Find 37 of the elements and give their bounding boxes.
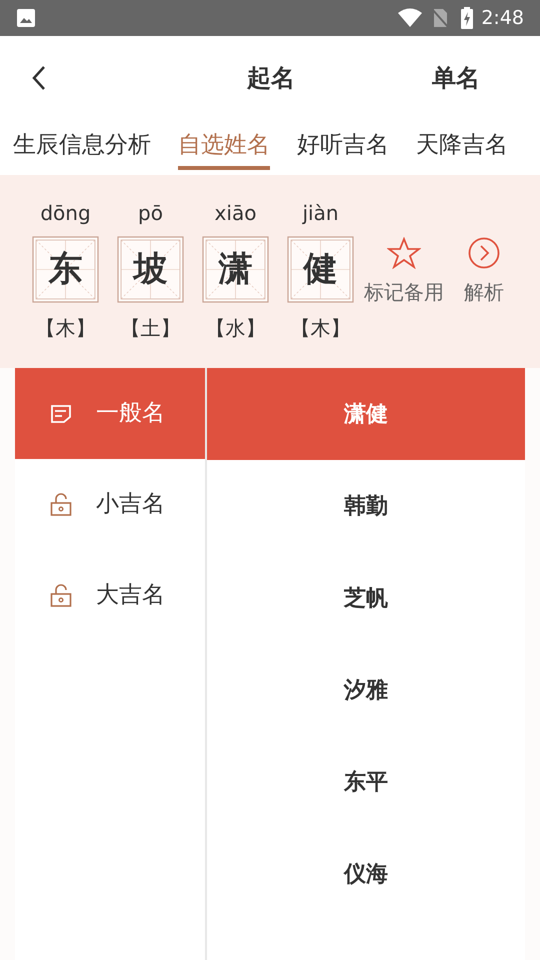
single-name-button[interactable]: 单名 [432,60,480,96]
grid-lines-drawing [32,236,99,303]
name-character: 坡 [134,248,168,291]
unlock-icon [50,584,72,608]
tab[interactable]: 自选姓名 [178,120,270,170]
tab[interactable]: 生辰信息分析 [13,120,151,170]
tab[interactable]: 天降吉名 [416,120,508,170]
element-label: 【土】 [120,315,180,342]
wifi-icon [397,8,424,28]
tab[interactable]: 好听吉名 [297,120,389,170]
element-label: 【木】 [290,315,350,342]
name-character: 潇 [218,248,252,291]
chevron-left-icon [32,65,46,91]
chevron-circle-icon [468,237,500,269]
clock: 2:48 [481,6,524,31]
grid-lines-drawing [287,236,354,303]
image-icon [16,8,36,28]
battery-icon [461,7,474,29]
pinyin: xiāo [214,201,256,225]
name-item[interactable]: 潇健 [207,368,525,460]
pinyin: jiàn [302,201,339,225]
note-icon [50,404,72,424]
grid-lines-drawing [117,236,184,303]
analysis-button[interactable]: 解析 [464,237,504,307]
name-character: 东 [48,248,82,291]
element-label: 【木】 [36,315,96,342]
bookmark-button[interactable]: 标记备用 [364,237,444,307]
page-title: 起名 [247,63,295,94]
element-label: 【水】 [206,315,266,342]
grid-lines-drawing [202,236,269,303]
pinyin: dōng [40,201,91,225]
category-item[interactable]: 一般名 [15,368,205,459]
unlock-icon [50,492,72,516]
name-character: 健 [304,248,338,291]
no-sim-icon [431,8,450,28]
star-icon [387,237,421,269]
pinyin: pō [138,201,163,225]
